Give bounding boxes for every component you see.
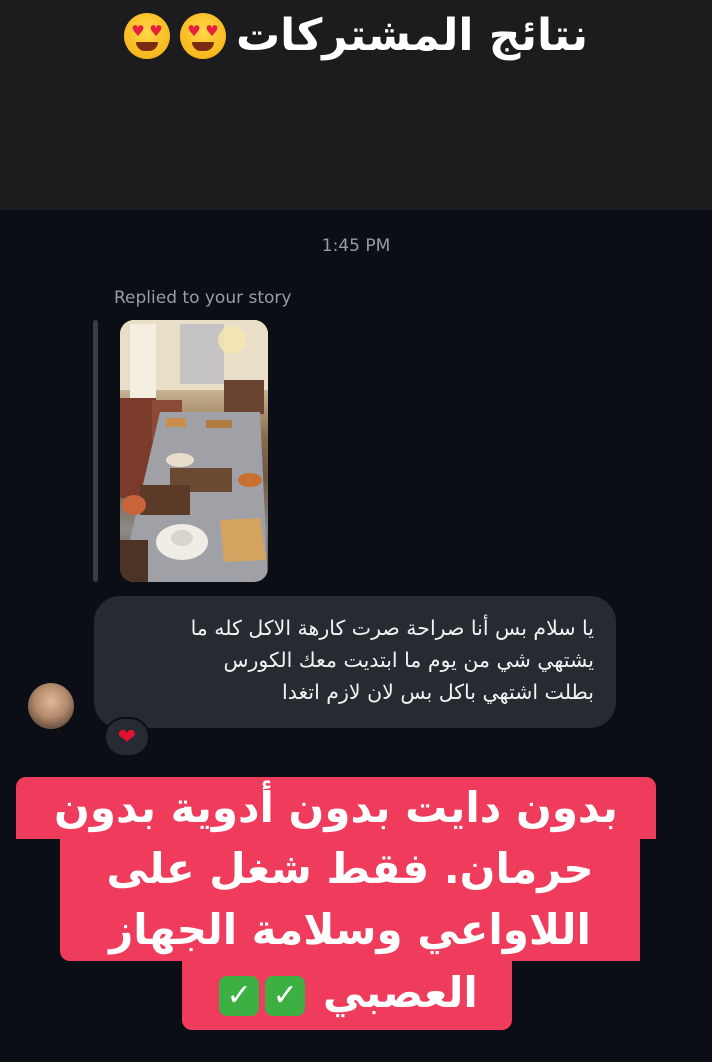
- banner-line: بدون دايت بدون أدوية بدون: [16, 777, 656, 839]
- replied-to-story-label: Replied to your story: [114, 288, 292, 308]
- message-line: يشتهي شي من يوم ما ابتديت معك الكورس: [223, 648, 594, 672]
- page-title: نتائج المشتركات ♥ ♥ ♥ ♥: [0, 10, 712, 61]
- header-band: نتائج المشتركات ♥ ♥ ♥ ♥: [0, 0, 712, 210]
- message-line: بطلت اشتهي باكل بس لان لازم اتغدا: [282, 680, 594, 704]
- banner-line: حرمان. فقط شغل على: [60, 838, 640, 900]
- message-line: يا سلام بس أنا صراحة صرت كارهة الاكل كله…: [190, 616, 594, 640]
- sender-avatar[interactable]: [28, 683, 74, 729]
- heart-reaction-icon[interactable]: ❤: [104, 717, 150, 757]
- check-mark-icon: ✓: [265, 975, 306, 1016]
- banner-last-word: العصبي: [322, 968, 478, 1017]
- story-thumbnail[interactable]: [120, 320, 268, 582]
- message-bubble[interactable]: يا سلام بس أنا صراحة صرت كارهة الاكل كله…: [94, 596, 616, 728]
- banner-line: العصبي ✓✓: [182, 960, 512, 1030]
- banner-line: اللاواعي وسلامة الجهاز: [60, 899, 640, 961]
- check-mark-icon: ✓: [219, 975, 260, 1016]
- message-timestamp: 1:45 PM: [321, 236, 391, 256]
- reply-indicator-bar: [93, 320, 98, 582]
- title-text: نتائج المشتركات: [235, 10, 589, 61]
- heart-eyes-emoji-icon: ♥ ♥: [179, 12, 226, 59]
- heart-eyes-emoji-icon: ♥ ♥: [123, 12, 170, 59]
